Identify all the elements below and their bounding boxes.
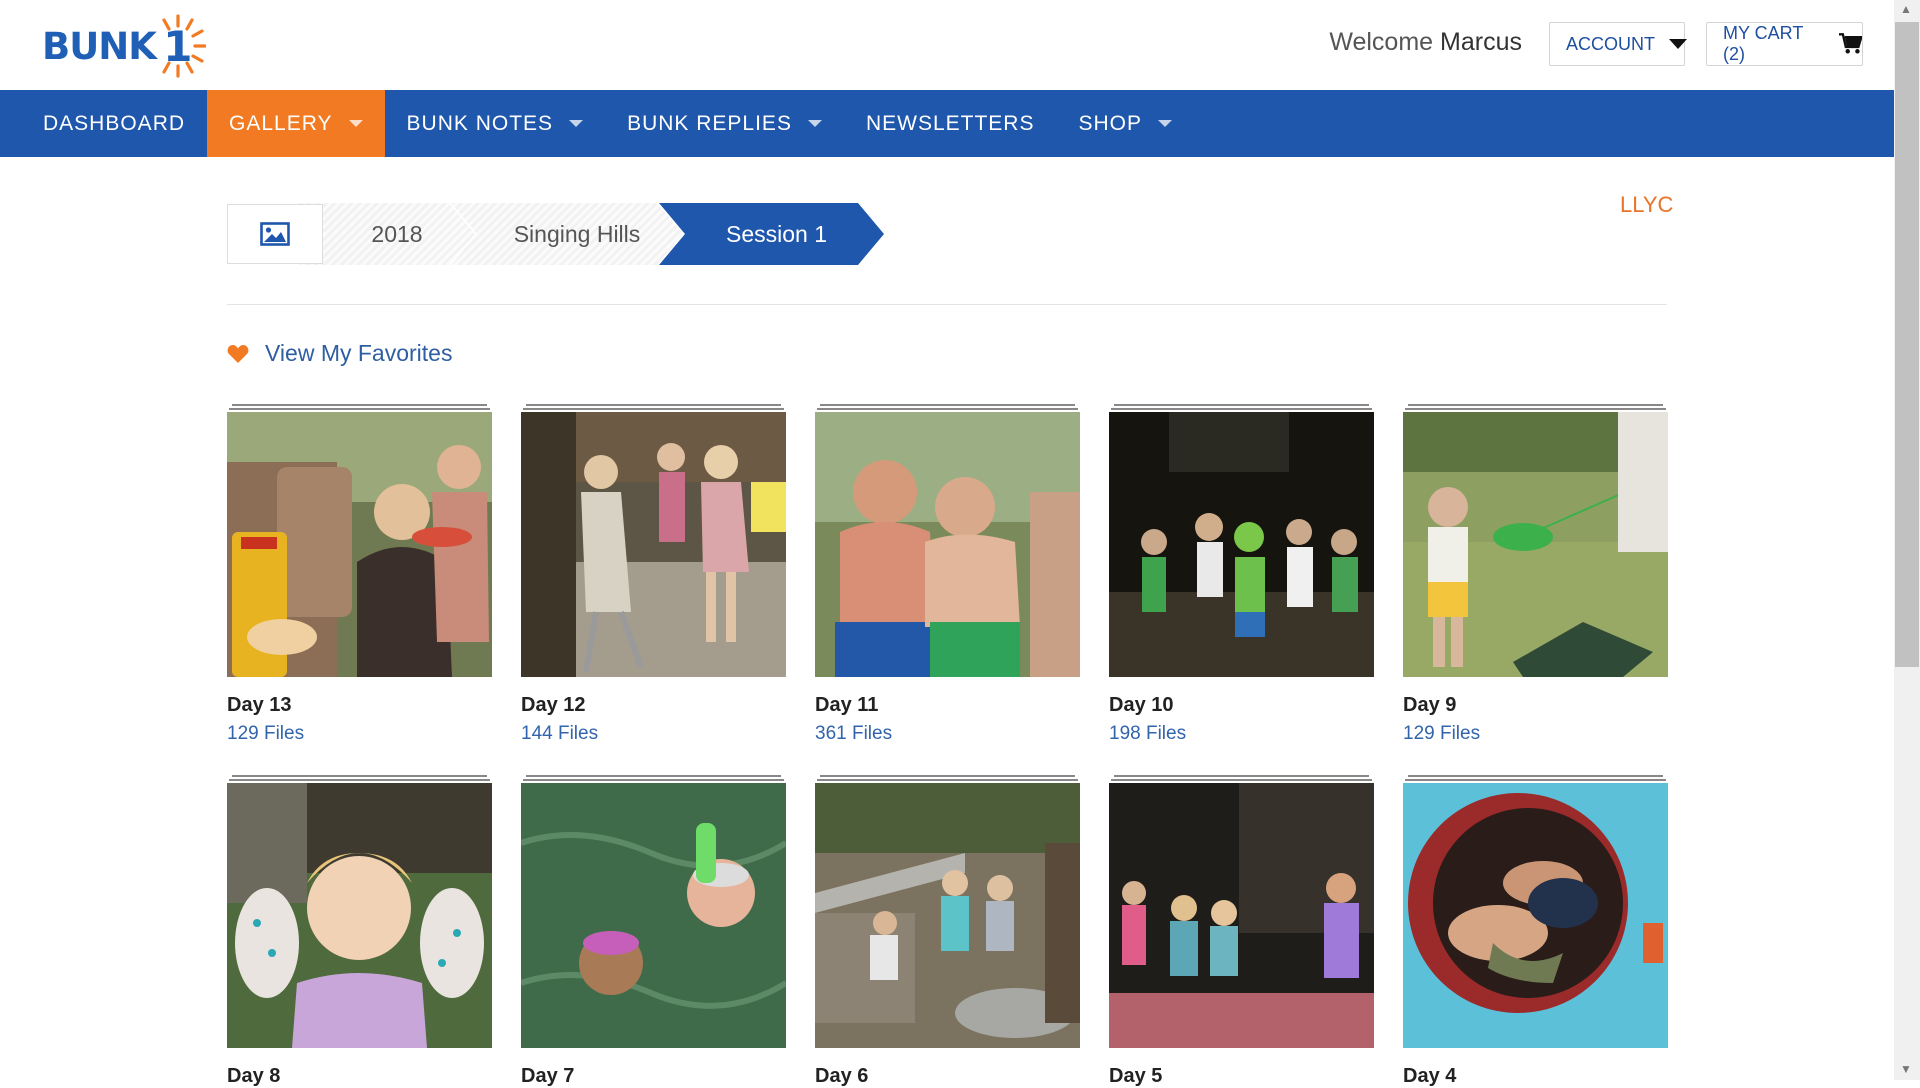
stack-line: [1114, 775, 1369, 777]
nav-dashboard[interactable]: DASHBOARD: [0, 90, 207, 157]
nav-label: DASHBOARD: [43, 111, 186, 135]
album-title: Day 4: [1403, 1065, 1457, 1087]
my-cart-button[interactable]: MY CART (2): [1706, 22, 1863, 66]
stack-line: [1408, 775, 1663, 777]
album-thumbnail[interactable]: [521, 412, 786, 677]
album-thumbnail[interactable]: [1403, 412, 1668, 677]
organization-label: LLYC: [1620, 192, 1674, 217]
scroll-down-icon[interactable]: ▼: [1900, 1062, 1912, 1076]
album-title: Day 7: [521, 1065, 575, 1087]
album-thumbnail[interactable]: [815, 783, 1080, 1048]
breadcrumb-camp-label: Singing Hills: [513, 220, 641, 247]
nav-label: GALLERY: [229, 111, 333, 135]
album-title: Day 8: [227, 1065, 281, 1087]
nav-bunk-notes[interactable]: BUNK NOTES: [385, 90, 606, 157]
logo-number: 1: [158, 14, 206, 78]
chevron-down-icon: [1158, 120, 1172, 127]
image-icon: [260, 222, 290, 246]
nav-shop[interactable]: SHOP: [1056, 90, 1194, 157]
cart-label: MY CART (2): [1723, 23, 1804, 64]
album-file-count[interactable]: 144 Files: [521, 723, 598, 745]
album-title: Day 13: [227, 694, 292, 716]
stack-line: [1111, 408, 1372, 410]
view-favorites-link[interactable]: View My Favorites: [227, 340, 452, 367]
album-title: Day 5: [1109, 1065, 1163, 1087]
main-nav: DASHBOARD GALLERY BUNK NOTES BUNK REPLIE…: [0, 90, 1894, 157]
logo-number-text: 1: [163, 21, 193, 71]
breadcrumb-camp[interactable]: Singing Hills: [451, 203, 683, 265]
album-title: Day 12: [521, 694, 586, 716]
scroll-up-icon[interactable]: ▲: [1900, 2, 1912, 16]
album-file-count[interactable]: 129 Files: [227, 723, 304, 745]
chevron-down-icon: [807, 120, 822, 127]
stack-line: [1111, 779, 1372, 781]
stack-line: [817, 779, 1078, 781]
album-file-count[interactable]: 198 Files: [1109, 723, 1186, 745]
cart-icon: [1838, 33, 1862, 54]
scrollbar-thumb[interactable]: [1895, 22, 1919, 667]
stack-line: [820, 404, 1075, 406]
album-file-count[interactable]: 129 Files: [1403, 723, 1480, 745]
breadcrumb-year[interactable]: 2018: [299, 203, 475, 265]
bunk1-logo[interactable]: BUNK 1: [42, 14, 206, 78]
stack-line: [1408, 404, 1663, 406]
stack-line: [232, 775, 487, 777]
nav-label: BUNK REPLIES: [627, 111, 792, 135]
stack-line: [229, 408, 490, 410]
album-thumbnail[interactable]: [815, 412, 1080, 677]
stack-line: [1405, 408, 1666, 410]
breadcrumb-home[interactable]: [227, 204, 323, 264]
nav-newsletters[interactable]: NEWSLETTERS: [844, 90, 1057, 157]
nav-label: BUNK NOTES: [406, 111, 554, 135]
album-title: Day 9: [1403, 694, 1457, 716]
welcome-prefix: Welcome: [1329, 28, 1434, 56]
stack-line: [1405, 779, 1666, 781]
heart-icon: [227, 344, 249, 363]
nav-bunk-replies[interactable]: BUNK REPLIES: [605, 90, 844, 157]
chevron-down-icon: [348, 120, 363, 127]
breadcrumb-session-label: Session 1: [725, 220, 827, 247]
account-label: ACCOUNT: [1566, 33, 1655, 54]
stack-line: [526, 775, 781, 777]
stack-line: [817, 408, 1078, 410]
breadcrumb-session[interactable]: Session 1: [659, 203, 884, 265]
stack-line: [232, 404, 487, 406]
album-file-count[interactable]: 361 Files: [815, 723, 892, 745]
album-title: Day 6: [815, 1065, 869, 1087]
stack-line: [820, 775, 1075, 777]
album-thumbnail[interactable]: [1109, 783, 1374, 1048]
stack-line: [526, 404, 781, 406]
nav-gallery[interactable]: GALLERY: [207, 90, 385, 157]
album-thumbnail[interactable]: [1403, 783, 1668, 1048]
nav-label: SHOP: [1078, 111, 1142, 135]
album-thumbnail[interactable]: [227, 783, 492, 1048]
stack-line: [1114, 404, 1369, 406]
favorites-label: View My Favorites: [265, 340, 453, 366]
top-header: BUNK 1 Welcome Marcus ACCOUNT MY CART (2…: [0, 0, 1894, 90]
album-title: Day 11: [815, 694, 879, 716]
logo-text: BUNK: [42, 24, 157, 68]
album-title: Day 10: [1109, 694, 1174, 716]
divider: [227, 304, 1667, 305]
album-thumbnail[interactable]: [1109, 412, 1374, 677]
album-thumbnail[interactable]: [521, 783, 786, 1048]
user-name: Marcus: [1440, 28, 1522, 56]
account-dropdown-button[interactable]: ACCOUNT: [1549, 22, 1687, 66]
stack-line: [523, 779, 784, 781]
stack-line: [523, 408, 784, 410]
chevron-down-icon: [569, 120, 584, 127]
nav-label: NEWSLETTERS: [865, 111, 1035, 135]
chevron-down-icon: [1669, 39, 1687, 49]
breadcrumb-year-label: 2018: [371, 220, 423, 247]
breadcrumb: 2018 Singing Hills Session 1: [227, 203, 884, 265]
stack-line: [229, 779, 490, 781]
album-thumbnail[interactable]: [227, 412, 492, 677]
welcome-message: Welcome Marcus: [1329, 28, 1522, 57]
